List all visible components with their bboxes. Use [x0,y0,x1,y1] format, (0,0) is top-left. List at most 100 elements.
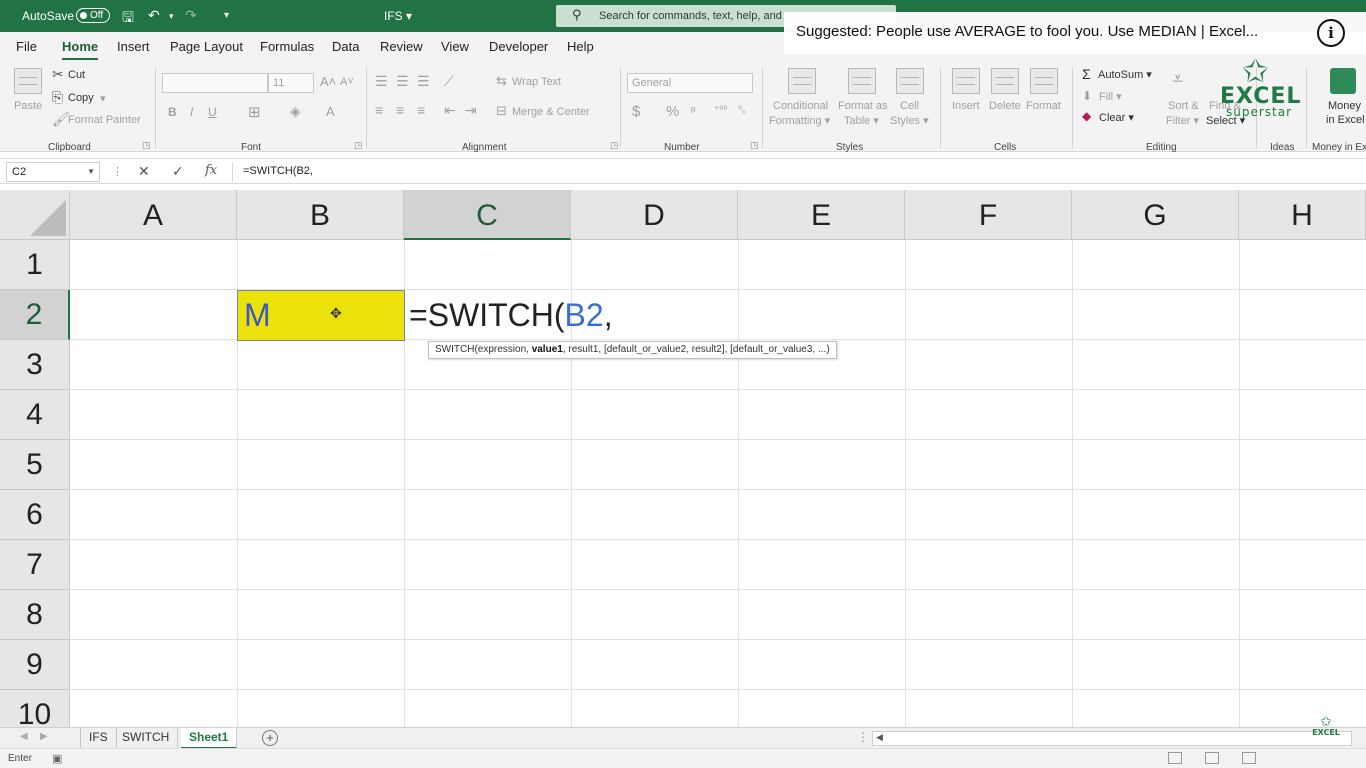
tab-view[interactable]: View [441,39,469,54]
cell-c2-editing[interactable]: =SWITCH(B2, [405,290,613,341]
delete-cells-button[interactable]: Delete [989,100,1021,112]
format-as-table-label-1[interactable]: Format as [838,100,888,112]
money-in-excel-label-2[interactable]: in Excel [1326,114,1365,126]
row-header-8[interactable]: 8 [0,590,70,640]
sheet-tab-sheet1[interactable]: Sheet1 [181,728,238,749]
font-color-icon[interactable]: A [326,104,335,119]
row-header-9[interactable]: 9 [0,640,70,690]
autosum-icon[interactable]: Σ [1082,66,1091,82]
page-layout-view-icon[interactable] [1205,752,1219,764]
bold-icon[interactable]: B [168,105,177,119]
insert-cells-icon[interactable] [952,68,980,94]
merge-center-button[interactable]: Merge & Center [512,106,590,118]
tabs-splitter-icon[interactable]: ⋮ [857,730,869,744]
tab-insert[interactable]: Insert [117,39,150,54]
row-header-7[interactable]: 7 [0,540,70,590]
wrap-text-button[interactable]: Wrap Text [512,76,561,88]
format-as-table-icon[interactable] [848,68,876,94]
format-cells-icon[interactable] [1030,68,1058,94]
cancel-icon[interactable]: ✕ [138,163,150,180]
decrease-decimal-icon[interactable]: ⁰₀ [738,105,746,116]
autosum-button[interactable]: AutoSum ▾ [1098,68,1152,81]
macro-recording-icon[interactable]: ▣ [52,752,62,765]
cell-styles-label-2[interactable]: Styles ▾ [890,114,929,127]
tab-page-layout[interactable]: Page Layout [170,39,243,54]
increase-decimal-icon[interactable]: ⁺⁰⁰ [714,105,727,116]
column-header-e[interactable]: E [738,190,905,240]
info-icon[interactable]: i [1317,19,1345,47]
format-cells-button[interactable]: Format [1026,100,1061,112]
format-painter-button[interactable]: Format Painter [68,114,141,126]
delete-cells-icon[interactable] [991,68,1019,94]
decrease-font-icon[interactable]: A˅ [340,76,354,88]
merge-center-icon[interactable]: ⊟ [496,103,507,119]
horizontal-scrollbar[interactable]: ◀ [872,731,1352,746]
sort-filter-label-2[interactable]: Filter ▾ [1166,114,1199,127]
normal-view-icon[interactable] [1168,752,1182,764]
decrease-indent-icon[interactable]: ⇤ [444,102,456,119]
copy-button[interactable]: Copy [68,92,94,104]
font-name-dropdown[interactable] [162,73,268,93]
align-top-icon[interactable]: ☰ [375,73,388,90]
paste-button[interactable]: Paste [14,100,42,112]
row-header-3[interactable]: 3 [0,340,70,390]
sheet-tab-switch[interactable]: SWITCH [114,728,179,749]
worksheet-grid[interactable]: A B C D E F G H 1 2 3 4 5 6 7 8 9 10 M ✥… [0,190,1366,727]
format-as-table-label-2[interactable]: Table ▾ [844,114,879,127]
prev-sheet-icon[interactable]: ◀ [20,731,28,742]
paste-icon[interactable] [14,68,42,94]
cell-styles-icon[interactable] [896,68,924,94]
conditional-formatting-icon[interactable] [788,68,816,94]
sort-filter-icon[interactable]: ⩡ [1172,68,1183,91]
tab-home[interactable]: Home [62,39,99,61]
clear-button[interactable]: Clear ▾ [1099,111,1134,124]
tab-data[interactable]: Data [332,39,359,54]
cut-button[interactable]: Cut [68,69,85,81]
tab-help[interactable]: Help [567,39,594,54]
column-header-a[interactable]: A [70,190,237,240]
cell-b2[interactable]: M ✥ [237,290,405,341]
select-all-corner[interactable] [0,190,70,240]
comma-style-icon[interactable]: ⁹ [690,103,696,119]
orientation-icon[interactable]: ⟋ [444,73,454,90]
percent-icon[interactable]: % [666,103,679,120]
tab-formulas[interactable]: Formulas [260,39,314,54]
copy-icon[interactable]: ⎘ [52,89,63,106]
name-box-dropdown-icon[interactable]: ▼ [87,167,95,176]
number-launcher-icon[interactable]: ◳ [750,140,759,151]
align-middle-icon[interactable]: ☰ [396,73,409,90]
page-break-view-icon[interactable] [1242,752,1256,764]
insert-function-icon[interactable]: fx [205,163,217,178]
row-header-1[interactable]: 1 [0,240,70,290]
font-size-dropdown[interactable]: 11 [268,73,314,93]
align-left-icon[interactable]: ≡ [375,102,383,118]
italic-icon[interactable]: I [190,105,193,119]
redo-icon[interactable]: ↷ [185,7,197,24]
undo-icon[interactable]: ↶ [148,7,160,24]
fill-icon[interactable]: ⬇ [1082,89,1092,103]
copy-dropdown-icon[interactable]: ▾ [100,92,106,105]
cell-styles-label-1[interactable]: Cell [900,100,919,112]
function-syntax-tooltip[interactable]: SWITCH(expression, value1, result1, [def… [428,341,837,359]
tab-file[interactable]: File [16,39,37,54]
currency-icon[interactable]: $ [632,103,640,120]
insert-cells-button[interactable]: Insert [952,100,980,112]
undo-dropdown-icon[interactable]: ▾ [169,11,174,22]
clear-icon[interactable]: ◆ [1082,109,1091,123]
name-box[interactable]: C2 ▼ [6,162,100,182]
column-header-d[interactable]: D [571,190,738,240]
conditional-formatting-label-2[interactable]: Formatting ▾ [769,114,830,127]
add-sheet-icon[interactable]: + [262,730,278,746]
row-header-6[interactable]: 6 [0,490,70,540]
suggested-video-text[interactable]: Suggested: People use AVERAGE to fool yo… [796,23,1258,40]
conditional-formatting-label-1[interactable]: Conditional [773,100,828,112]
borders-icon[interactable]: ⊞ [248,103,261,121]
formula-input[interactable]: =SWITCH(B2, [232,162,1366,182]
column-header-c[interactable]: C [404,190,571,240]
font-launcher-icon[interactable]: ◳ [354,140,363,151]
align-right-icon[interactable]: ≡ [417,102,425,118]
row-header-5[interactable]: 5 [0,440,70,490]
underline-icon[interactable]: U [208,105,217,119]
scroll-left-icon[interactable]: ◀ [876,732,883,743]
align-center-icon[interactable]: ≡ [396,102,404,118]
